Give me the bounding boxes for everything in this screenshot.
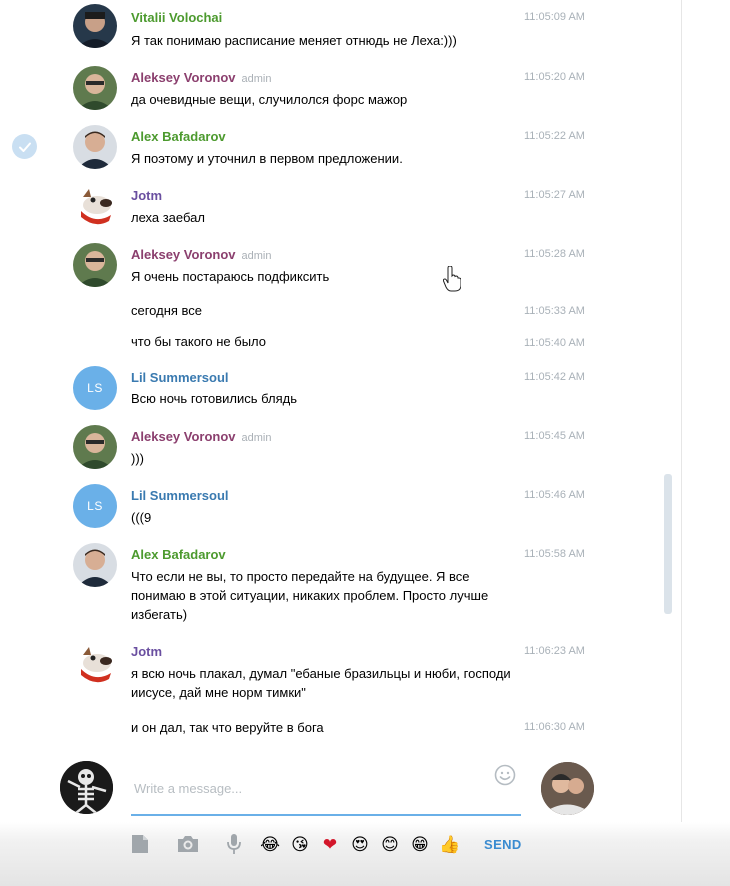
sender-name[interactable]: Lil Summersoul	[131, 370, 229, 385]
message-item[interactable]: Aleksey Voronov admin 11:05:45 AM )))	[0, 421, 660, 479]
document-icon[interactable]	[130, 832, 150, 856]
message-item[interactable]: 11:05:33 AM сегодня все	[0, 300, 660, 330]
message-time: 11:05:33 AM	[524, 305, 585, 317]
message-text: сегодня все	[131, 303, 203, 318]
message-text: да очевидные вещи, случилолся форс мажор	[131, 92, 408, 107]
sender-name[interactable]: Jotm	[131, 644, 162, 659]
message-item[interactable]: Alex Bafadarov 11:05:58 AM Что если не в…	[0, 539, 660, 635]
message-item[interactable]: Jotm 11:05:27 AM леха заебал	[0, 180, 660, 238]
message-time: 11:05:58 AM	[524, 548, 585, 560]
emoji-thumbs-up-icon[interactable]: 👍	[438, 832, 462, 856]
avatar[interactable]: LS	[73, 366, 117, 410]
message-text: Всю ночь готовились блядь	[131, 391, 297, 406]
sender-name[interactable]: Lil Summersoul	[131, 488, 229, 503]
message-text: (((9	[131, 510, 152, 525]
avatar[interactable]	[73, 125, 117, 169]
message-text: что бы такого не было	[131, 334, 266, 349]
message-time: 11:05:46 AM	[524, 489, 585, 501]
avatar[interactable]	[73, 185, 117, 229]
avatar[interactable]	[73, 243, 117, 287]
hand-cursor-icon	[442, 265, 462, 297]
emoji-kiss-icon[interactable]: 😘	[288, 832, 312, 856]
message-item[interactable]: Vitalii Volochai 11:05:09 AM Я так поним…	[0, 0, 660, 58]
my-avatar[interactable]	[60, 761, 113, 814]
emoji-heart-icon[interactable]: ❤	[318, 832, 342, 856]
emoji-joy-icon[interactable]: 😂	[258, 832, 282, 856]
sender-name[interactable]: Jotm	[131, 188, 162, 203]
avatar[interactable]	[73, 543, 117, 587]
message-item[interactable]: 11:06:30 AM и он дал, так что веруйте в …	[0, 716, 660, 746]
avatar[interactable]	[73, 643, 117, 687]
emoji-blush-icon[interactable]: 😊	[378, 832, 402, 856]
message-time: 11:05:42 AM	[524, 371, 585, 383]
message-item[interactable]: Aleksey Voronov admin 11:05:28 AM Я очень…	[0, 239, 660, 297]
message-item[interactable]: 11:05:40 AM что бы такого не было	[0, 332, 660, 362]
message-time: 11:05:20 AM	[524, 71, 585, 83]
message-text: и он дал, так что веруйте в бога	[131, 720, 324, 735]
avatar[interactable]	[73, 425, 117, 469]
chat-window: Vitalii Volochai 11:05:09 AM Я так поним…	[0, 0, 730, 886]
message-item[interactable]: LS Lil Summersoul 11:05:46 AM (((9	[0, 480, 660, 538]
microphone-icon[interactable]	[224, 832, 244, 856]
message-item[interactable]: LS Lil Summersoul 11:05:42 AM Всю ночь г…	[0, 362, 660, 420]
panel-divider	[681, 0, 682, 886]
message-text: )))	[131, 451, 144, 466]
camera-icon[interactable]	[176, 832, 200, 856]
send-button[interactable]: SEND	[484, 837, 522, 852]
sender-name[interactable]: Alex Bafadarov	[131, 129, 226, 144]
smile-icon[interactable]	[494, 764, 516, 786]
scrollbar[interactable]	[664, 474, 672, 614]
message-item[interactable]: Alex Bafadarov 11:05:22 AM Я поэтому и у…	[0, 121, 660, 179]
sender-name[interactable]: Aleksey Voronov admin	[131, 70, 272, 85]
admin-badge: admin	[241, 73, 272, 85]
avatar[interactable]	[73, 66, 117, 110]
sender-name[interactable]: Aleksey Voronov admin	[131, 429, 272, 444]
message-text: я всю ночь плакал, думал "ебаные бразиль…	[131, 666, 511, 700]
message-time: 11:05:27 AM	[524, 189, 585, 201]
message-text: леха заебал	[131, 210, 205, 225]
message-time: 11:05:45 AM	[524, 430, 585, 442]
sender-name[interactable]: Alex Bafadarov	[131, 547, 226, 562]
message-time: 11:06:23 AM	[524, 645, 585, 657]
message-time: 11:05:40 AM	[524, 337, 585, 349]
message-text: Что если не вы, то просто передайте на б…	[131, 569, 489, 622]
message-item[interactable]: Aleksey Voronov admin 11:05:20 AM да очев…	[0, 62, 660, 120]
message-text: Я так понимаю расписание меняет отнюдь н…	[131, 33, 457, 48]
message-time: 11:06:30 AM	[524, 721, 585, 733]
admin-badge: admin	[241, 432, 272, 444]
emoji-grin-icon[interactable]: 😁	[408, 832, 432, 856]
avatar[interactable]	[73, 4, 117, 48]
sender-name[interactable]: Aleksey Voronov admin	[131, 247, 272, 262]
message-time: 11:05:28 AM	[524, 248, 585, 260]
message-input[interactable]	[131, 762, 521, 816]
emoji-heart-eyes-icon[interactable]: 😍	[348, 832, 372, 856]
message-time: 11:05:09 AM	[524, 11, 585, 23]
message-text: Я поэтому и уточнил в первом предложении…	[131, 151, 403, 166]
sender-name[interactable]: Vitalii Volochai	[131, 10, 222, 25]
peer-avatar[interactable]	[541, 762, 594, 815]
admin-badge: admin	[241, 250, 272, 262]
message-time: 11:05:22 AM	[524, 130, 585, 142]
avatar[interactable]: LS	[73, 484, 117, 528]
message-item[interactable]: Jotm 11:06:23 AM я всю ночь плакал, дума…	[0, 637, 660, 713]
